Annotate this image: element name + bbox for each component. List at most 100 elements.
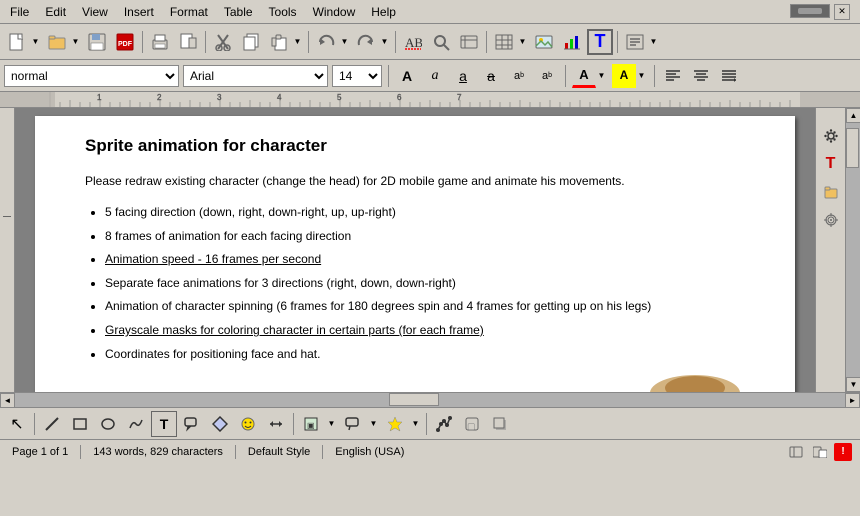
flowchart-dropdown[interactable]: ▼ (326, 411, 338, 437)
scroll-up-button[interactable]: ▲ (846, 108, 860, 123)
bullet-list: 5 facing direction (down, right, down-ri… (85, 202, 745, 365)
text-tool-button[interactable]: T (151, 411, 177, 437)
line-tool-button[interactable] (39, 411, 65, 437)
draw-sep3 (426, 413, 427, 435)
scroll-down-button[interactable]: ▼ (846, 377, 860, 392)
undo-dropdown[interactable]: ▼ (339, 29, 351, 55)
callout-tool-button[interactable] (179, 411, 205, 437)
fontwork-button[interactable]: T (587, 29, 613, 55)
sidebar-gear-button[interactable] (819, 124, 843, 148)
smiley-tool-button[interactable] (235, 411, 261, 437)
sidebar-folder-button[interactable] (819, 180, 843, 204)
insert-table-button[interactable] (491, 29, 517, 55)
align-left-button[interactable] (661, 64, 685, 88)
menu-view[interactable]: View (74, 3, 116, 21)
list-item: Grayscale masks for coloring character i… (105, 320, 745, 342)
highlight-dropdown[interactable]: ▼ (636, 63, 648, 89)
rectangle-tool-button[interactable] (67, 411, 93, 437)
shadow-button[interactable] (487, 411, 513, 437)
align-center-button[interactable] (689, 64, 713, 88)
sep4 (395, 31, 396, 53)
status-btn3[interactable]: ! (834, 443, 852, 461)
new-button[interactable] (4, 29, 30, 55)
preview-button[interactable] (175, 29, 201, 55)
italic-button[interactable]: a (423, 64, 447, 88)
document-area: Sprite animation for character Please re… (15, 108, 815, 392)
star-button[interactable] (382, 411, 408, 437)
pdf-button[interactable]: PDF (112, 29, 138, 55)
cut-button[interactable] (210, 29, 236, 55)
subscript-button[interactable]: ab (535, 64, 559, 88)
open-button[interactable] (44, 29, 70, 55)
menu-insert[interactable]: Insert (116, 3, 162, 21)
sidebar-text-button[interactable]: T (819, 152, 843, 176)
ellipse-tool-button[interactable] (95, 411, 121, 437)
new-dropdown[interactable]: ▼ (30, 29, 42, 55)
spellcheck-button[interactable]: ABC (400, 29, 426, 55)
diamond-tool-button[interactable] (207, 411, 233, 437)
character-image-area (85, 373, 745, 392)
highlight-button[interactable]: A (612, 64, 636, 88)
open-dropdown[interactable]: ▼ (70, 29, 82, 55)
ruler-svg: 1 2 3 4 (0, 92, 860, 108)
copy-button[interactable] (238, 29, 264, 55)
close-btn[interactable]: ✕ (834, 4, 850, 20)
undo-btn-group: ▼ (313, 29, 351, 55)
print-button[interactable] (147, 29, 173, 55)
show-changes-button[interactable] (622, 29, 648, 55)
font-color-button[interactable]: A (572, 64, 596, 88)
callout2-dropdown[interactable]: ▼ (368, 411, 380, 437)
status-btn2[interactable] (810, 443, 830, 461)
menu-help[interactable]: Help (363, 3, 404, 21)
menu-table[interactable]: Table (216, 3, 261, 21)
table-dropdown[interactable]: ▼ (517, 29, 529, 55)
scroll-thumb[interactable] (846, 128, 859, 168)
sep2 (205, 31, 206, 53)
paste-button[interactable] (266, 29, 292, 55)
status-btn1[interactable] (786, 443, 806, 461)
arrow-tool-button[interactable] (263, 411, 289, 437)
paste-dropdown[interactable]: ▼ (292, 29, 304, 55)
points-button[interactable] (431, 411, 457, 437)
insert-chart-button[interactable] (559, 29, 585, 55)
hscroll-right-button[interactable]: ► (845, 393, 860, 408)
hscroll-thumb[interactable] (389, 393, 439, 406)
flowchart-btn-group[interactable]: ▣ (298, 411, 324, 437)
menu-window[interactable]: Window (305, 3, 364, 21)
navigator-button[interactable] (456, 29, 482, 55)
fill-button[interactable]: ▢ (459, 411, 485, 437)
status-div2 (235, 445, 236, 459)
sep1 (142, 31, 143, 53)
callout2-button[interactable] (340, 411, 366, 437)
svg-text:7: 7 (457, 93, 462, 102)
star-dropdown[interactable]: ▼ (410, 411, 422, 437)
font-color-dropdown[interactable]: ▼ (596, 63, 608, 89)
bold-button[interactable]: A (395, 64, 419, 88)
default-style: Default Style (244, 445, 314, 459)
insert-image-button[interactable] (531, 29, 557, 55)
select-tool-button[interactable]: ↖ (4, 411, 30, 437)
redo-dropdown[interactable]: ▼ (379, 29, 391, 55)
undo-button[interactable] (313, 29, 339, 55)
changes-dropdown[interactable]: ▼ (648, 29, 660, 55)
paragraph-style-select[interactable]: normal (4, 65, 179, 87)
menu-edit[interactable]: Edit (37, 3, 74, 21)
redo-button[interactable] (353, 29, 379, 55)
superscript-button[interactable]: ab (507, 64, 531, 88)
menu-file[interactable]: File (2, 3, 37, 21)
hscroll-left-button[interactable]: ◄ (0, 393, 15, 408)
svg-text:6: 6 (397, 93, 402, 102)
underline-button[interactable]: a (451, 64, 475, 88)
freehand-tool-button[interactable] (123, 411, 149, 437)
font-select[interactable]: Arial (183, 65, 328, 87)
menu-tools[interactable]: Tools (261, 3, 305, 21)
more-format-button[interactable] (717, 64, 741, 88)
font-size-select[interactable]: 14 (332, 65, 382, 87)
hscroll-track (15, 393, 845, 407)
save-button[interactable] (84, 29, 110, 55)
menu-format[interactable]: Format (162, 3, 216, 21)
find-button[interactable] (428, 29, 454, 55)
strikethrough-button[interactable]: a (479, 64, 503, 88)
document-title: Sprite animation for character (85, 136, 745, 156)
sidebar-target-button[interactable] (819, 208, 843, 232)
